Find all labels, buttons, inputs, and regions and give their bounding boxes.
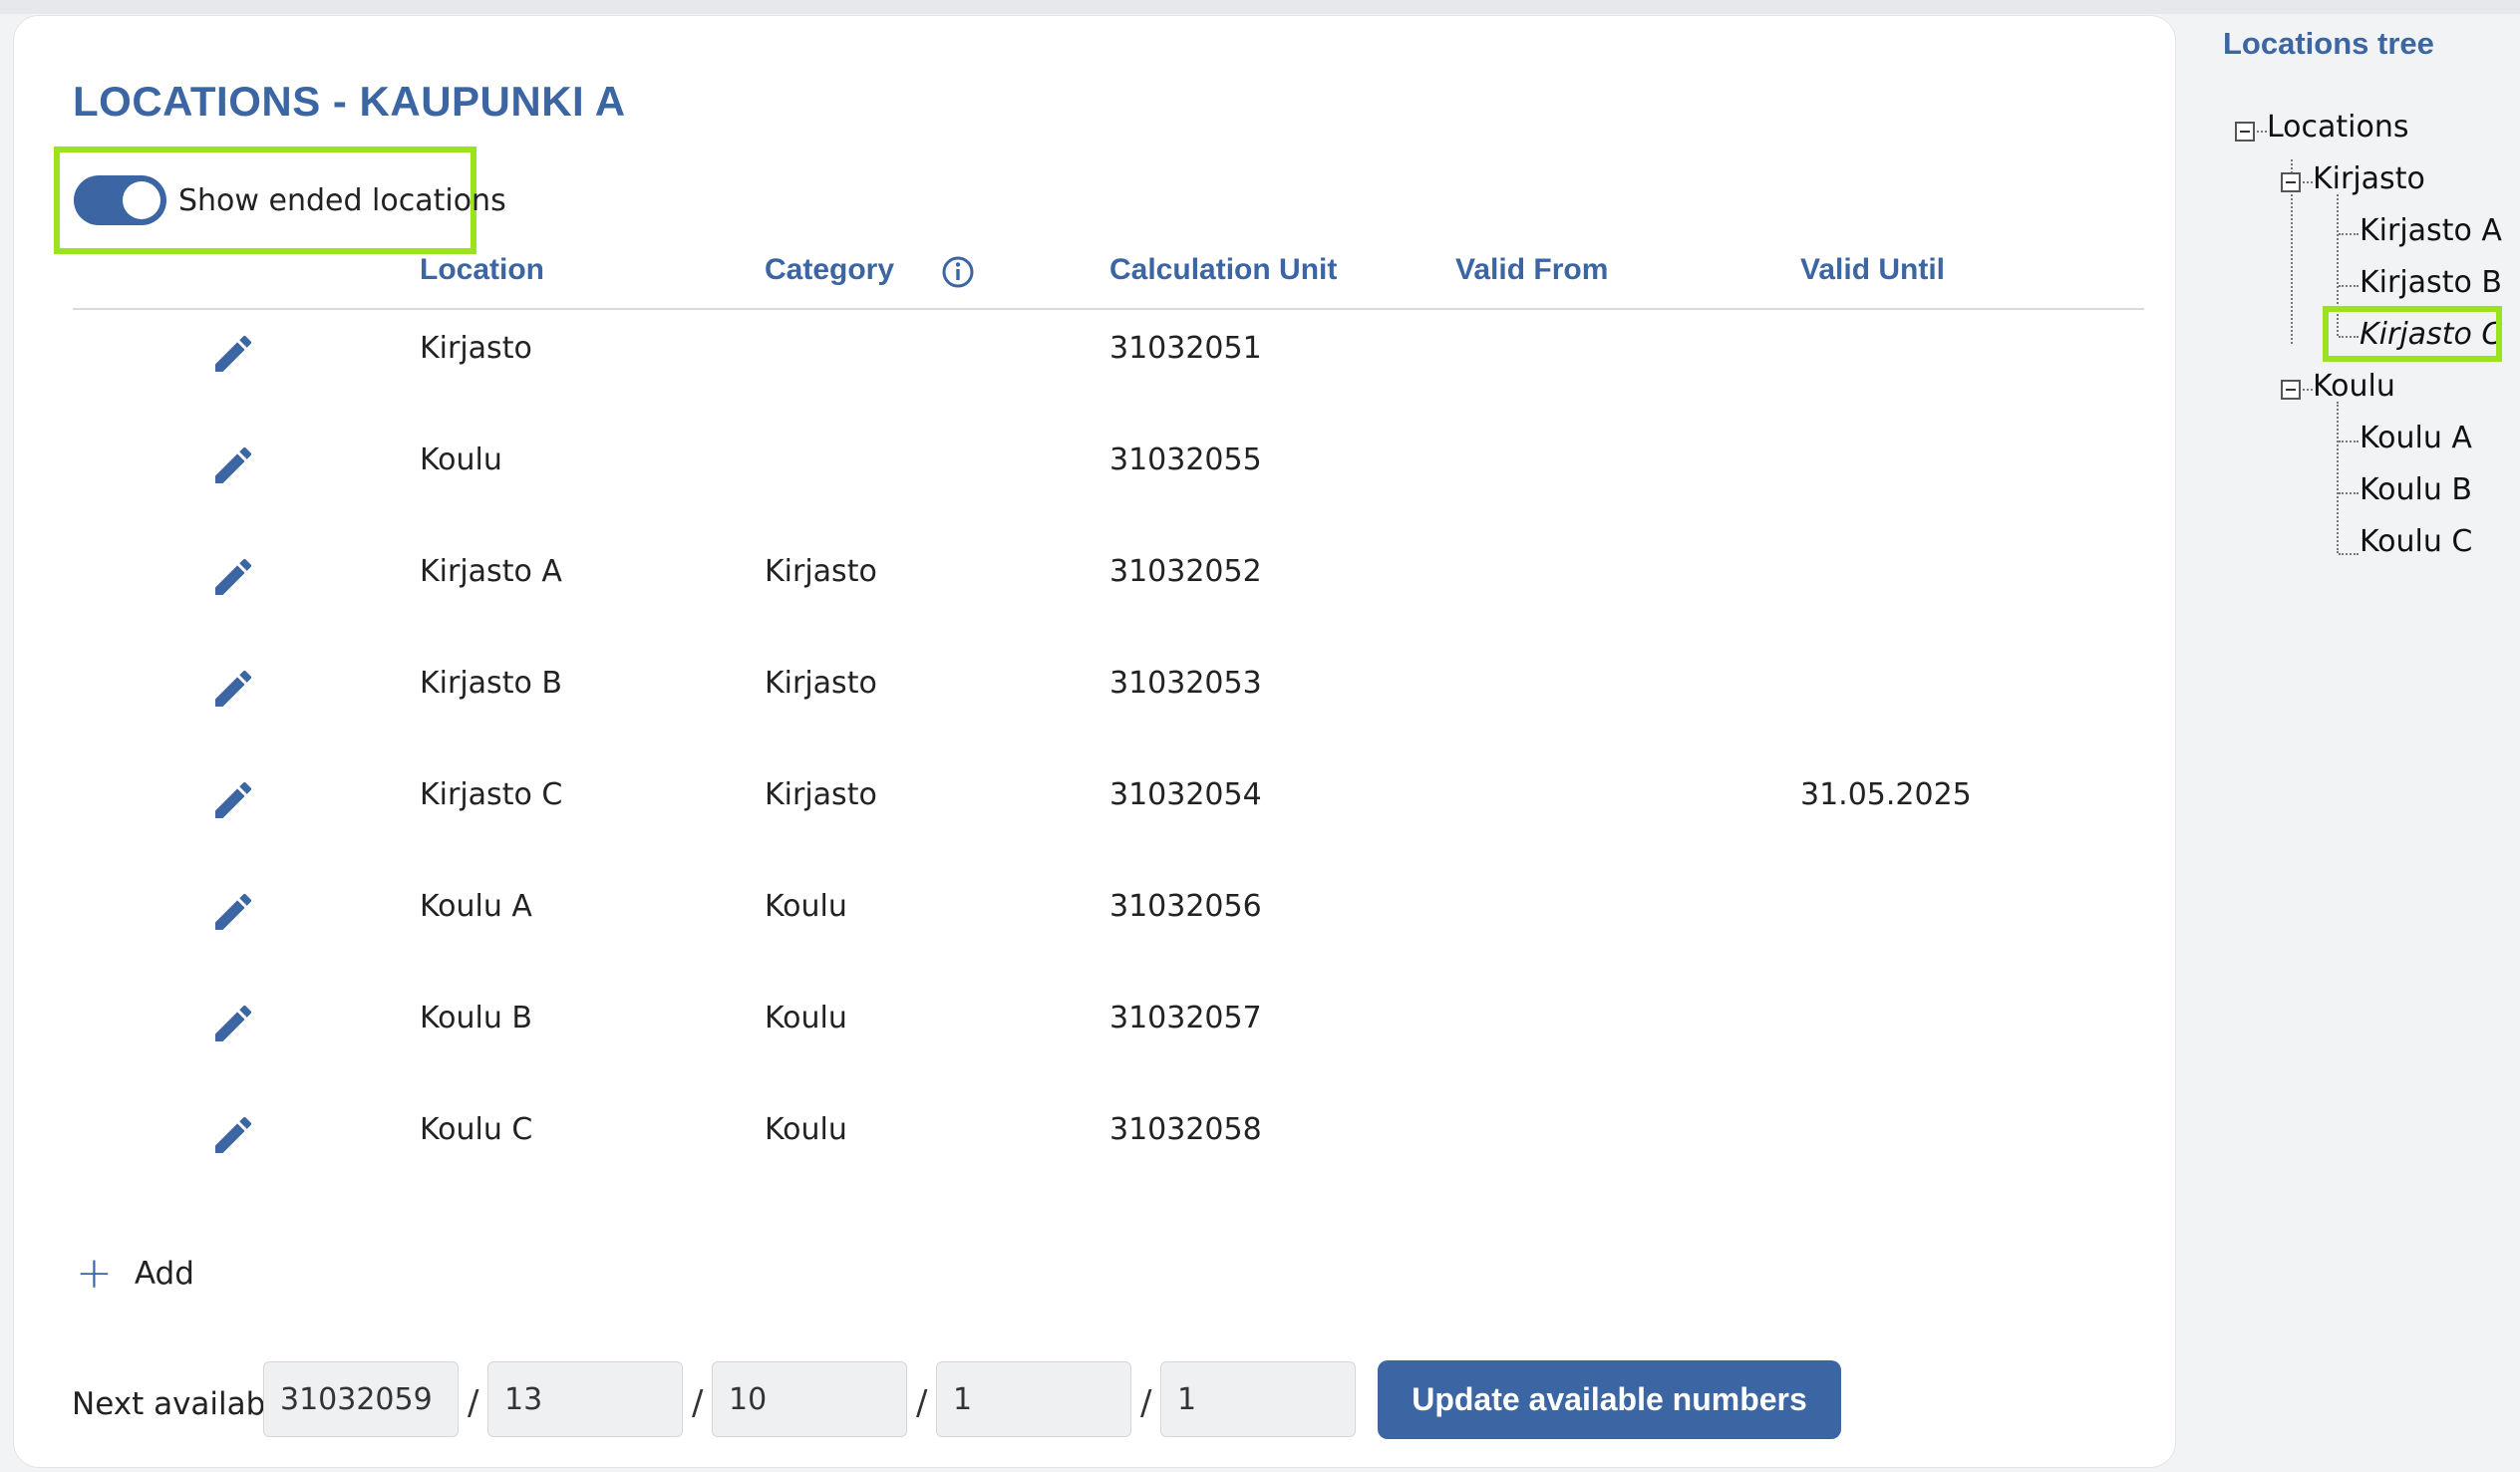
- category-cell: Kirjasto: [765, 666, 877, 701]
- tree-node-koulu[interactable]: Koulu: [2313, 369, 2395, 404]
- column-header-location[interactable]: Location: [420, 253, 544, 287]
- plus-icon: +: [76, 1248, 113, 1299]
- minus-box-icon[interactable]: [2281, 172, 2301, 192]
- tree-connector: [2339, 285, 2359, 287]
- info-icon[interactable]: [941, 255, 975, 289]
- tree-node-koulu-b[interactable]: Koulu B: [2360, 472, 2472, 507]
- show-ended-toggle[interactable]: [74, 175, 166, 225]
- table-row: Koulu A Koulu 31032056: [14, 868, 2177, 980]
- show-ended-toggle-container: Show ended locations: [54, 147, 506, 254]
- table-row: Kirjasto 31032051: [14, 310, 2177, 422]
- location-cell: Kirjasto: [420, 331, 532, 366]
- update-available-numbers-button[interactable]: Update available numbers: [1378, 1360, 1841, 1439]
- tree-node-locations[interactable]: Locations: [2267, 110, 2409, 145]
- pencil-icon[interactable]: [209, 330, 257, 378]
- next-available-field-2[interactable]: [487, 1361, 683, 1437]
- pencil-icon[interactable]: [209, 442, 257, 489]
- calculation-unit-cell: 31032058: [1109, 1112, 1262, 1147]
- table-row: Kirjasto A Kirjasto 31032052: [14, 533, 2177, 645]
- column-header-valid-until[interactable]: Valid Until: [1800, 253, 1945, 287]
- tree-connector: [2339, 553, 2359, 555]
- calculation-unit-cell: 31032053: [1109, 666, 1262, 701]
- separator: /: [468, 1383, 479, 1423]
- category-cell: Koulu: [765, 1001, 847, 1035]
- minus-box-icon[interactable]: [2235, 122, 2255, 142]
- selected-node-highlight: [2323, 306, 2502, 362]
- next-available-field-3[interactable]: [712, 1361, 907, 1437]
- minus-box-icon[interactable]: [2281, 380, 2301, 400]
- separator: /: [1140, 1383, 1152, 1423]
- location-cell: Kirjasto B: [420, 666, 562, 701]
- category-cell: Koulu: [765, 1112, 847, 1147]
- locations-tree-title: Locations tree: [2223, 26, 2434, 61]
- tree-connector: [2339, 492, 2359, 494]
- category-cell: Kirjasto: [765, 554, 877, 589]
- page-title: LOCATIONS - KAUPUNKI A: [73, 78, 626, 125]
- pencil-icon[interactable]: [209, 1111, 257, 1159]
- next-available-field-5[interactable]: [1160, 1361, 1356, 1437]
- separator: /: [692, 1383, 704, 1423]
- calculation-unit-cell: 31032054: [1109, 777, 1262, 812]
- next-available-unit-input[interactable]: [263, 1361, 459, 1437]
- add-label: Add: [134, 1256, 194, 1292]
- calculation-unit-cell: 31032051: [1109, 331, 1262, 366]
- table-row: Koulu 31032055: [14, 422, 2177, 533]
- pencil-icon[interactable]: [209, 888, 257, 936]
- pencil-icon[interactable]: [209, 665, 257, 713]
- location-cell: Koulu B: [420, 1001, 533, 1035]
- pencil-icon[interactable]: [209, 553, 257, 601]
- tree-node-kirjasto[interactable]: Kirjasto: [2313, 161, 2425, 196]
- tree-connector: [2291, 194, 2293, 344]
- show-ended-label[interactable]: Show ended locations: [178, 183, 506, 218]
- table-row: Kirjasto C Kirjasto 31032054 31.05.2025: [14, 756, 2177, 868]
- tree-connector: [2303, 389, 2313, 391]
- table-row: Koulu B Koulu 31032057: [14, 980, 2177, 1091]
- toggle-knob: [123, 181, 160, 219]
- calculation-unit-cell: 31032055: [1109, 442, 1262, 477]
- tree-connector: [2291, 159, 2293, 173]
- tree-node-kirjasto-a[interactable]: Kirjasto A: [2360, 213, 2502, 248]
- tree-node-koulu-c[interactable]: Koulu C: [2360, 524, 2472, 559]
- separator: /: [916, 1383, 928, 1423]
- pencil-icon[interactable]: [209, 1000, 257, 1047]
- location-cell: Kirjasto C: [420, 777, 563, 812]
- tree-connector: [2257, 131, 2267, 133]
- tree-connector: [2337, 402, 2339, 553]
- category-cell: Koulu: [765, 889, 847, 924]
- locations-panel: LOCATIONS - KAUPUNKI A Show ended locati…: [13, 15, 2176, 1468]
- next-available-field-4[interactable]: [936, 1361, 1131, 1437]
- calculation-unit-cell: 31032057: [1109, 1001, 1262, 1035]
- tree-connector: [2339, 233, 2359, 235]
- tree-node-koulu-a[interactable]: Koulu A: [2360, 421, 2472, 455]
- location-cell: Koulu C: [420, 1112, 533, 1147]
- table-row: Koulu C Koulu 31032058: [14, 1091, 2177, 1203]
- table-row: Kirjasto B Kirjasto 31032053: [14, 645, 2177, 756]
- tree-node-kirjasto-b[interactable]: Kirjasto B: [2360, 265, 2502, 300]
- category-cell: Kirjasto: [765, 777, 877, 812]
- pencil-icon[interactable]: [209, 776, 257, 824]
- column-header-calculation-unit[interactable]: Calculation Unit: [1109, 253, 1337, 287]
- valid-until-cell: 31.05.2025: [1800, 777, 1972, 812]
- tree-connector: [2303, 181, 2313, 183]
- column-header-category[interactable]: Category: [765, 253, 894, 287]
- top-strip: [0, 0, 2520, 14]
- tree-connector: [2339, 441, 2359, 442]
- location-cell: Koulu A: [420, 889, 532, 924]
- calculation-unit-cell: 31032052: [1109, 554, 1262, 589]
- location-cell: Koulu: [420, 442, 502, 477]
- add-location-button[interactable]: + Add: [76, 1252, 194, 1296]
- calculation-unit-cell: 31032056: [1109, 889, 1262, 924]
- location-cell: Kirjasto A: [420, 554, 562, 589]
- column-header-valid-from[interactable]: Valid From: [1455, 253, 1608, 287]
